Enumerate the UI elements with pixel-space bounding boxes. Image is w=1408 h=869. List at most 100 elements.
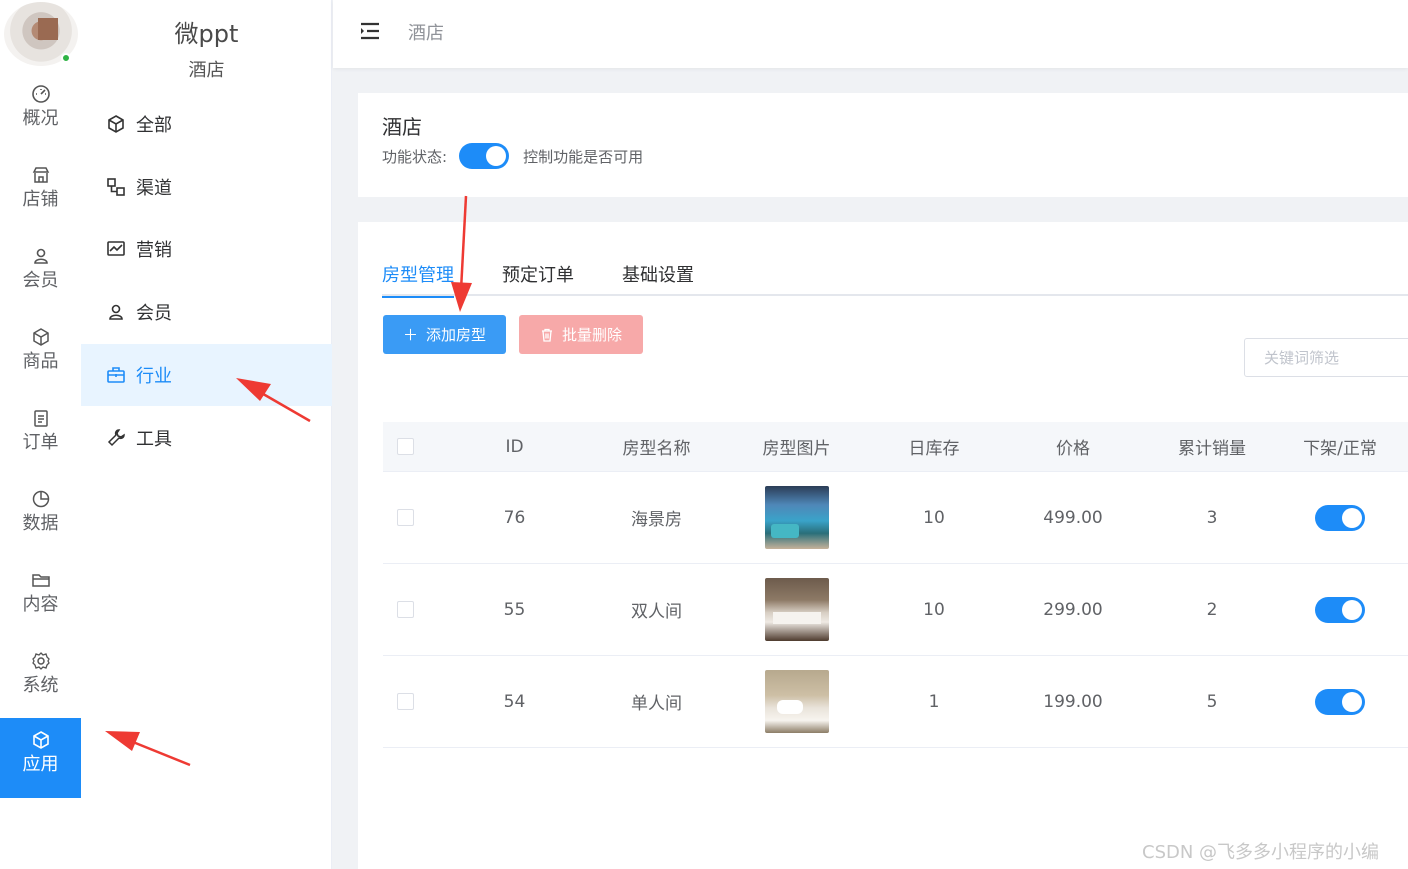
plus-icon: ＋ — [402, 326, 418, 344]
col-header-sales: 累计销量 — [1178, 439, 1246, 459]
rail-item-label: 内容 — [22, 594, 59, 615]
subnav-item-tools[interactable]: 工具 — [81, 407, 332, 469]
status-toggle[interactable] — [1315, 596, 1365, 623]
rail-item-label: 数据 — [22, 513, 59, 534]
rail-item-data[interactable]: 数据 — [0, 477, 81, 557]
user-icon — [33, 248, 48, 264]
cell-name: 单人间 — [631, 694, 682, 714]
sea-view-room-photo[interactable] — [764, 486, 829, 549]
table-row: 54 单人间 1 199.00 5 — [383, 656, 1408, 748]
row-checkbox[interactable] — [397, 509, 414, 526]
subnav-item-label: 会员 — [136, 303, 172, 324]
rail-item-label: 店铺 — [22, 189, 59, 210]
cell-id: 54 — [503, 691, 526, 712]
cell-id: 76 — [503, 507, 526, 528]
cell-sales: 5 — [1206, 691, 1218, 712]
cell-name: 海景房 — [631, 510, 682, 530]
feature-status-label: 功能状态: — [382, 147, 448, 166]
rail-item-store[interactable]: 店铺 — [0, 153, 81, 233]
brand-title: 微ppt — [174, 20, 239, 48]
twin-room-photo[interactable] — [764, 578, 829, 641]
batch-delete-button[interactable]: 批量删除 — [519, 315, 643, 354]
cell-price: 199.00 — [1043, 691, 1103, 712]
secondary-sidebar: 微ppt 酒店 全部 渠道 营销 会员 行业 工具 — [81, 0, 332, 869]
box-icon — [32, 328, 49, 346]
store-icon — [32, 167, 49, 183]
rail-item-label: 系统 — [22, 675, 59, 696]
room-management-card: 房型管理 预定订单 基础设置 ＋ 添加房型 批量删除 ID 房型名称 房型图片 … — [358, 222, 1408, 869]
batch-delete-label: 批量删除 — [561, 326, 622, 344]
single-room-photo[interactable] — [764, 670, 829, 733]
tab-bookings[interactable]: 预定订单 — [502, 261, 574, 296]
add-room-type-label: 添加房型 — [426, 326, 487, 344]
feature-status-card: 酒店 功能状态: 控制功能是否可用 — [358, 93, 1408, 197]
subnav-item-label: 行业 — [136, 366, 172, 387]
col-header-image: 房型图片 — [762, 439, 831, 459]
status-toggle[interactable] — [1315, 504, 1365, 531]
cube-icon — [32, 731, 49, 749]
table-row: 55 双人间 10 299.00 2 — [383, 564, 1408, 656]
status-toggle[interactable] — [1315, 688, 1365, 715]
tab-room-types[interactable]: 房型管理 — [382, 261, 454, 298]
keyword-filter-input[interactable] — [1244, 338, 1408, 377]
subnav-item-label: 工具 — [136, 429, 172, 450]
rail-item-label: 订单 — [22, 432, 59, 453]
app-root: 概况 店铺 会员 商品 订单 数据 内容 系统 应用 微ppt 酒店 全部 渠道… — [0, 0, 1408, 869]
rail-item-label: 概况 — [22, 108, 59, 129]
subnav-item-label: 营销 — [136, 240, 172, 261]
add-room-type-button[interactable]: ＋ 添加房型 — [383, 315, 506, 354]
rail-item-content[interactable]: 内容 — [0, 558, 81, 638]
user-icon — [109, 304, 123, 320]
subnav-item-marketing[interactable]: 营销 — [81, 218, 332, 280]
rail-item-member[interactable]: 会员 — [0, 234, 81, 314]
breadcrumb[interactable]: 酒店 — [408, 19, 444, 45]
tab-basic-settings[interactable]: 基础设置 — [622, 261, 694, 296]
subnav-item-member[interactable]: 会员 — [81, 281, 332, 343]
watermark: CSDN @飞多多小程序的小编 — [1142, 842, 1380, 863]
rail-item-label: 会员 — [22, 270, 59, 291]
feature-status-hint: 控制功能是否可用 — [523, 147, 644, 166]
rail-item-system[interactable]: 系统 — [0, 639, 81, 719]
select-all-checkbox[interactable] — [397, 438, 414, 455]
rail-item-overview[interactable]: 概况 — [0, 72, 81, 152]
rail-item-goods[interactable]: 商品 — [0, 315, 81, 395]
online-status-dot — [61, 53, 71, 63]
cell-stock: 1 — [928, 691, 940, 712]
col-header-price: 价格 — [1056, 439, 1090, 459]
row-checkbox[interactable] — [397, 601, 414, 618]
row-checkbox[interactable] — [397, 693, 414, 710]
brand-subtitle: 酒店 — [188, 60, 225, 81]
folder-icon — [31, 574, 50, 587]
rail-item-label: 商品 — [22, 351, 59, 372]
rail-item-orders[interactable]: 订单 — [0, 396, 81, 476]
subnav-item-channels[interactable]: 渠道 — [81, 156, 332, 218]
cell-stock: 10 — [923, 599, 945, 620]
col-header-id: ID — [505, 436, 524, 457]
cell-sales: 2 — [1206, 599, 1218, 620]
subnav-item-all[interactable]: 全部 — [81, 93, 332, 155]
primary-rail: 概况 店铺 会员 商品 订单 数据 内容 系统 应用 — [0, 0, 81, 869]
cell-price: 499.00 — [1043, 507, 1103, 528]
feature-title: 酒店 — [382, 115, 422, 139]
subnav-item-industry[interactable]: 行业 — [81, 344, 332, 406]
gear-icon — [31, 652, 50, 670]
rail-item-apps[interactable]: 应用 — [0, 718, 81, 798]
cell-stock: 10 — [923, 507, 945, 528]
trend-chart-icon — [107, 241, 125, 256]
subnav-item-label: 全部 — [136, 115, 172, 136]
cell-sales: 3 — [1206, 507, 1218, 528]
room-type-table: ID 房型名称 房型图片 日库存 价格 累计销量 下架/正常 76 海景房 10… — [383, 422, 1408, 748]
tab-bar: 房型管理 预定订单 基础设置 — [382, 258, 1408, 298]
top-bar: 酒店 — [333, 0, 1408, 68]
col-header-stock: 日库存 — [908, 439, 960, 459]
table-row: 76 海景房 10 499.00 3 — [383, 472, 1408, 564]
feature-status-toggle[interactable] — [459, 143, 510, 169]
cell-price: 299.00 — [1043, 599, 1103, 620]
cell-id: 55 — [503, 599, 526, 620]
channels-icon — [107, 178, 125, 196]
menu-collapse-icon[interactable] — [359, 20, 381, 42]
col-header-name: 房型名称 — [622, 439, 691, 459]
trash-icon — [541, 328, 552, 342]
pie-chart-icon — [32, 490, 49, 508]
rail-item-label: 应用 — [22, 754, 59, 775]
